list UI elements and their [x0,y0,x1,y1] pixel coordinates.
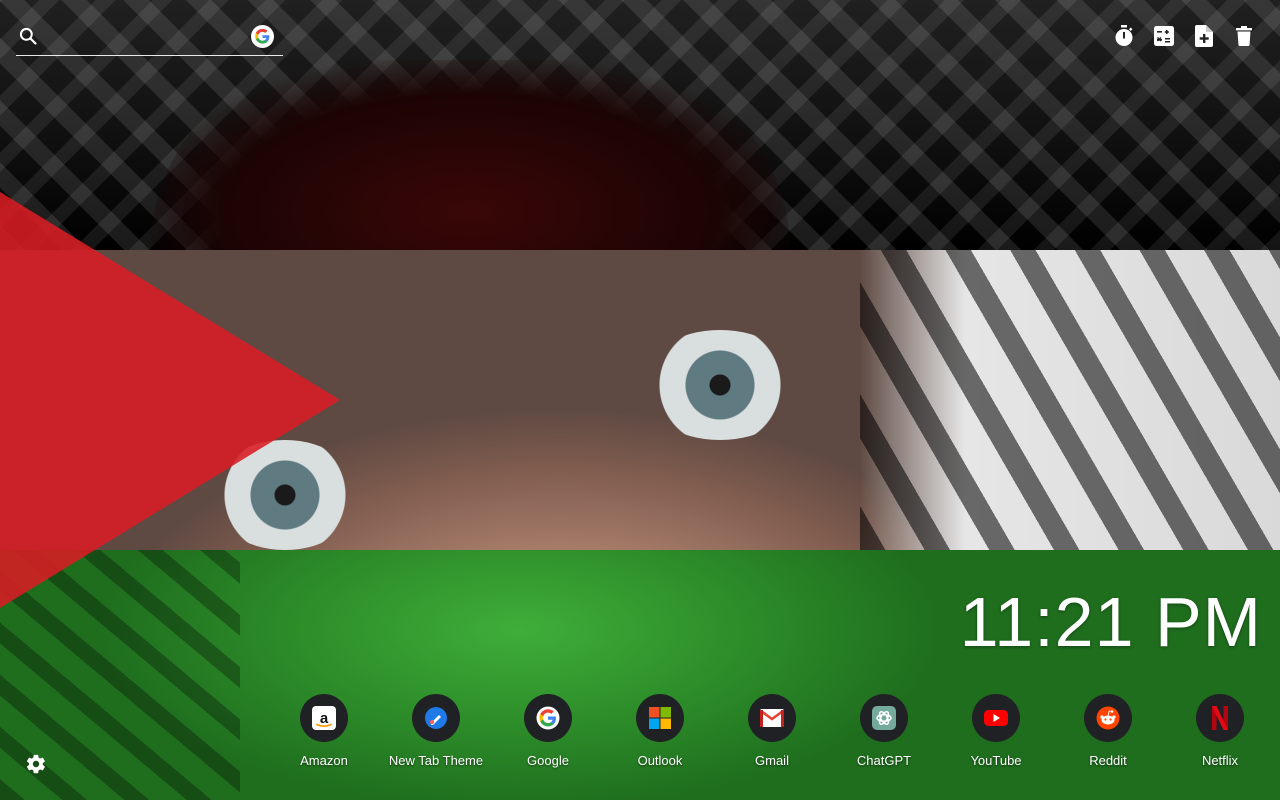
clock-time: 11:21 PM [959,583,1262,661]
new-tab-theme-icon [425,707,447,729]
stopwatch-icon [1115,25,1133,46]
search-icon[interactable] [18,26,38,46]
shortcut-label: ChatGPT [856,753,912,768]
shortcut-netflix[interactable]: Netflix [1164,694,1276,768]
reddit-icon [1096,706,1120,730]
toolbar [1114,24,1254,48]
shortcut-chatgpt[interactable]: ChatGPT [828,694,940,768]
search-bar [16,20,283,56]
shortcut-reddit[interactable]: Reddit [1052,694,1164,768]
chatgpt-icon [872,706,896,730]
add-note-button[interactable] [1194,24,1214,48]
shortcut-label: Netflix [1201,753,1239,768]
shortcut-amazon[interactable]: a Amazon [268,694,380,768]
trash-icon [1236,26,1252,46]
amazon-icon: a [312,706,336,730]
shortcuts-bar: a Amazon New Tab Theme Google Outlook Gm… [268,694,1276,768]
gmail-icon [760,709,784,727]
trash-button[interactable] [1234,24,1254,48]
shortcut-label: YouTube [970,753,1022,768]
stopwatch-button[interactable] [1114,24,1134,48]
search-input[interactable] [52,24,246,52]
flag-red-triangle [0,192,340,608]
background-wallpaper [0,0,1280,800]
shortcut-outlook[interactable]: Outlook [604,694,716,768]
microsoft-icon [649,707,671,729]
google-logo-icon[interactable] [251,25,274,48]
google-icon [536,706,560,730]
shortcut-label: Reddit [1089,753,1127,768]
shortcut-label: Google [527,753,569,768]
shortcut-youtube[interactable]: YouTube [940,694,1052,768]
calculator-button[interactable] [1154,24,1174,48]
shortcut-label: Amazon [300,753,348,768]
svg-text:a: a [320,710,329,727]
netflix-icon [1212,706,1228,730]
gear-icon [26,754,45,774]
shortcut-new-tab-theme[interactable]: New Tab Theme [380,694,492,768]
settings-button[interactable] [25,753,47,775]
shortcut-gmail[interactable]: Gmail [716,694,828,768]
shortcut-google[interactable]: Google [492,694,604,768]
youtube-icon [984,710,1008,726]
add-note-icon [1195,25,1213,47]
shortcut-label: Outlook [637,753,683,768]
eye-right [640,330,800,440]
shortcut-label: Gmail [755,753,789,768]
shortcut-label: New Tab Theme [388,753,484,768]
calculator-icon [1154,26,1174,46]
